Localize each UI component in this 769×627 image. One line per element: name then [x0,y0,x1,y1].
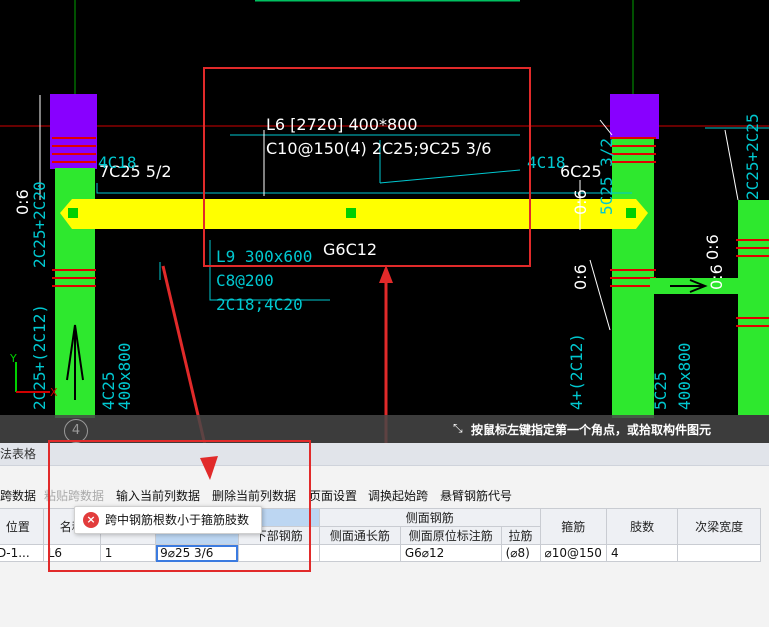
annotation-arrowhead-layer [200,456,218,480]
